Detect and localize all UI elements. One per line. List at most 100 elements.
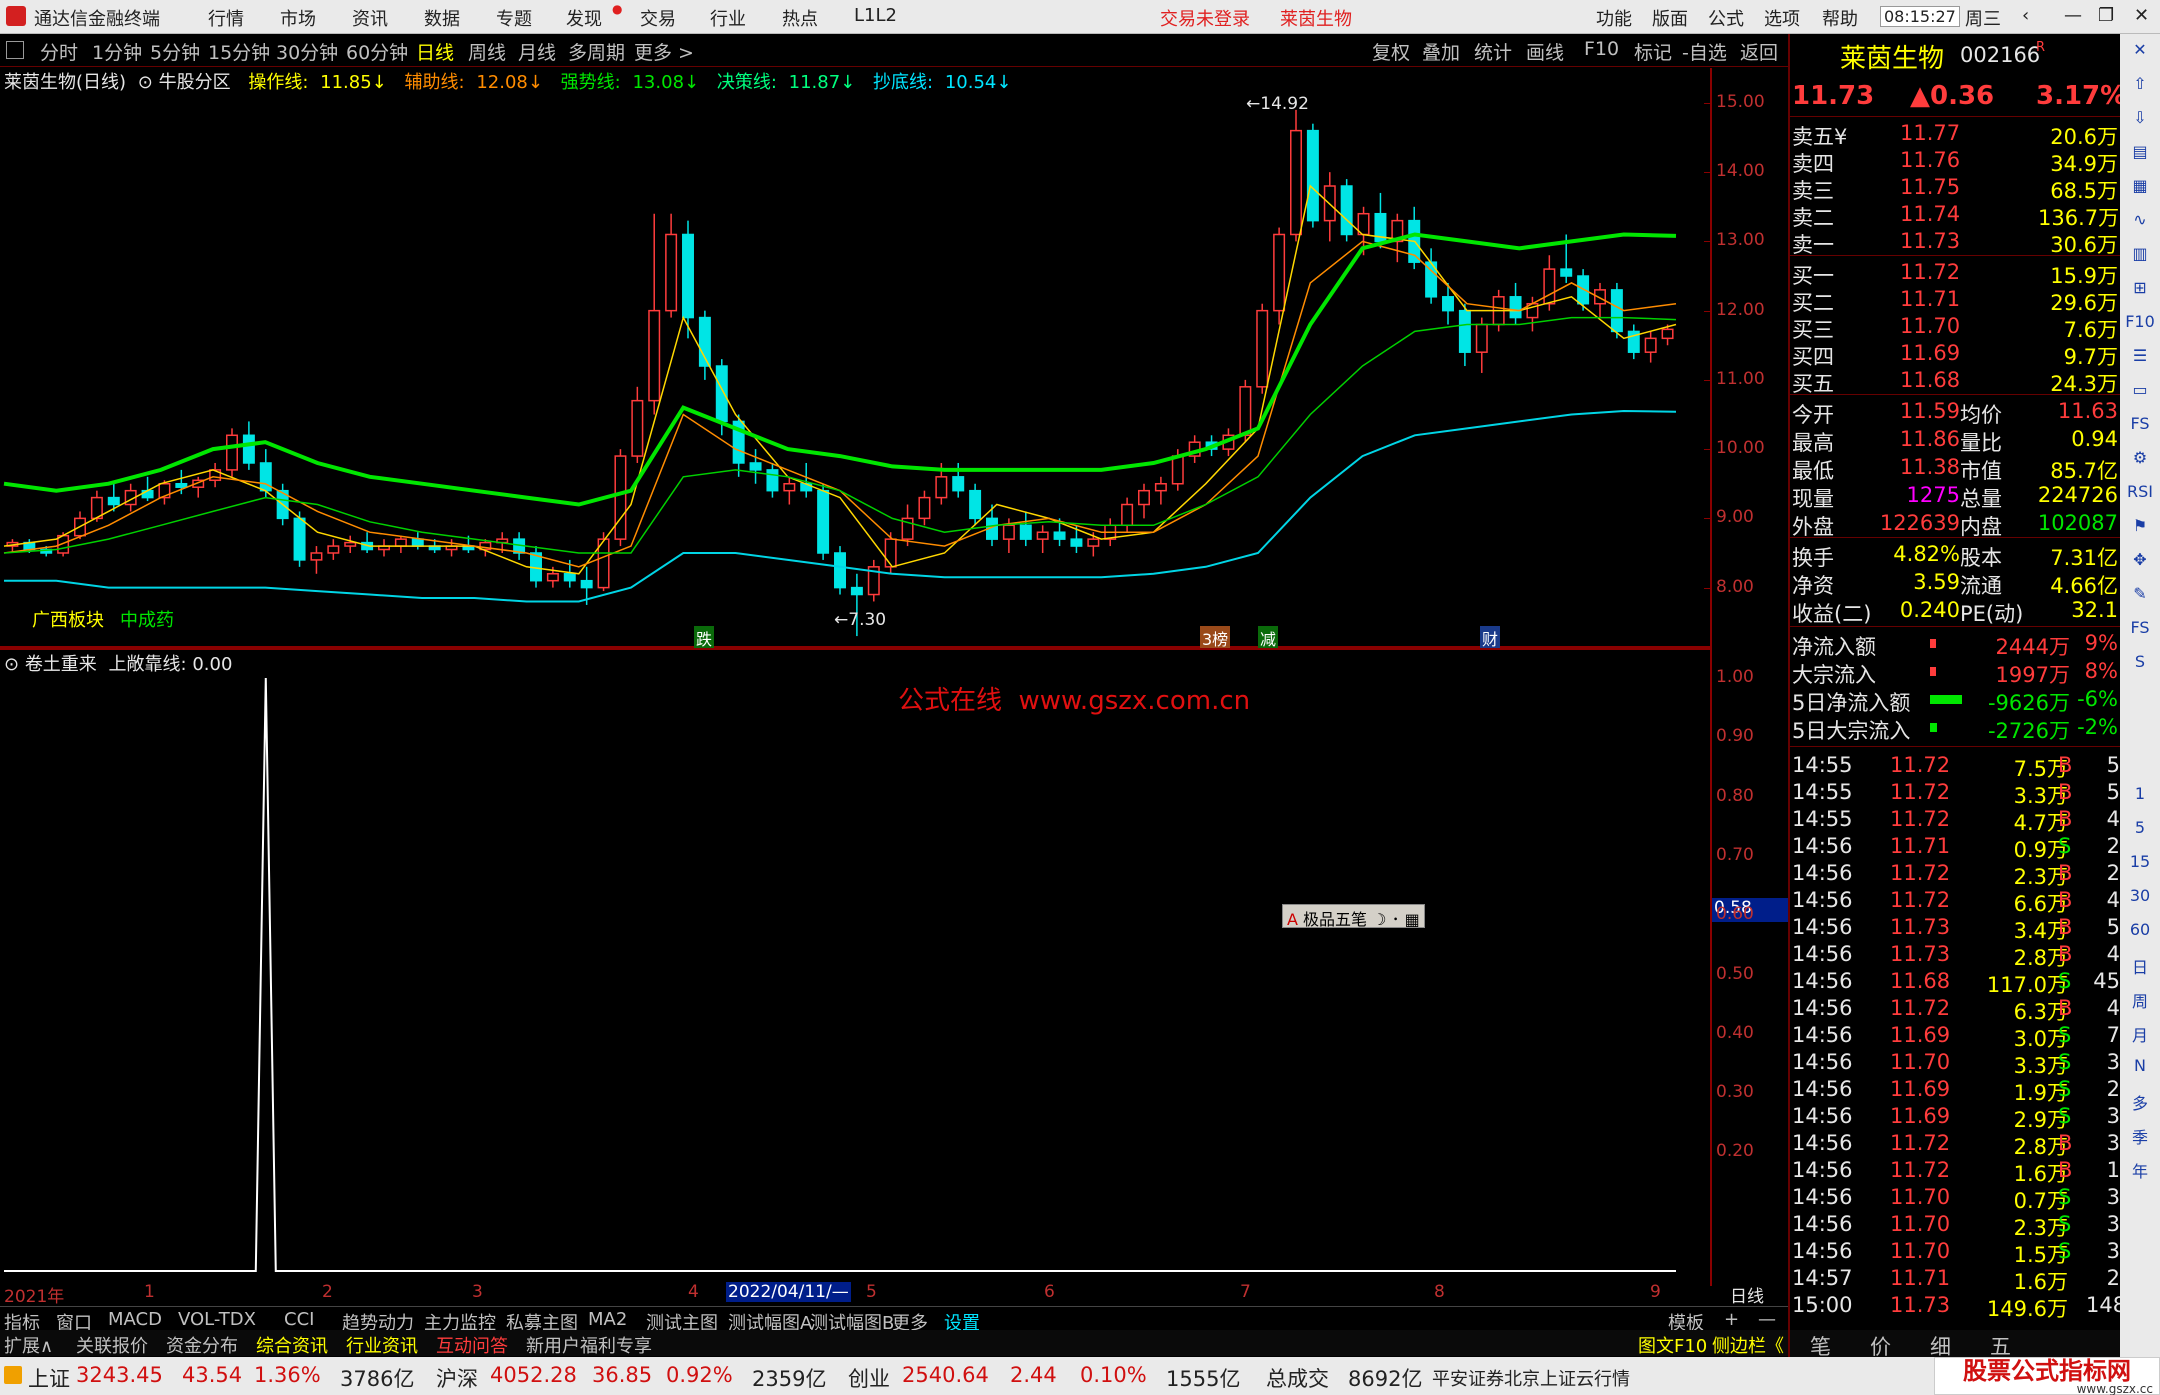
sector-tag-guangxi[interactable]: 广西板块 [32, 606, 104, 632]
period-shortcut-8[interactable]: N [2120, 1056, 2160, 1075]
event-marker-drop[interactable]: 跌 [694, 626, 715, 650]
move-icon[interactable]: ✥ [2120, 550, 2160, 569]
s-icon[interactable]: S [2120, 652, 2160, 671]
tool-remove-fav[interactable]: -自选 [1682, 38, 1727, 65]
minimize-icon[interactable]: — [2064, 5, 2082, 26]
period-shortcut-11[interactable]: 年 [2120, 1158, 2160, 1182]
quote-header[interactable]: 莱茵生物 002166 R [1790, 38, 2122, 74]
doc-icon[interactable]: ▭ [2120, 380, 2160, 399]
menu-function[interactable]: 功能 [1596, 5, 1632, 31]
menu-market[interactable]: 行情 [208, 5, 244, 31]
template-tab-1[interactable]: + [1724, 1309, 1739, 1330]
period-tab-timeshare[interactable]: 分时 [40, 38, 78, 65]
tool-fuquan[interactable]: 复权 [1372, 38, 1410, 65]
indicator-tab-3[interactable]: VOL-TDX [178, 1309, 256, 1330]
close-icon[interactable]: ✕ [2120, 40, 2160, 59]
info-tab-6[interactable]: 新用户福利专享 [526, 1332, 652, 1358]
period-shortcut-5[interactable]: 日 [2120, 954, 2160, 978]
period-tab-15min[interactable]: 15分钟 [208, 38, 270, 65]
ask-row-3[interactable]: 卖三 11.75 68.5万 [1790, 174, 2122, 203]
login-status[interactable]: 交易未登录 [1160, 5, 1250, 31]
server-name[interactable]: 平安证券北京上证云行情 [1432, 1365, 1630, 1391]
period-tab-day[interactable]: 日线 [416, 38, 454, 65]
template-tab-2[interactable]: — [1758, 1309, 1776, 1330]
close-icon[interactable]: ✕ [2134, 5, 2149, 26]
period-shortcut-10[interactable]: 季 [2120, 1124, 2160, 1148]
period-tab-30min[interactable]: 30分钟 [276, 38, 338, 65]
info-tab-3[interactable]: 综合资讯 [256, 1332, 328, 1358]
tool-f10[interactable]: F10 [1584, 38, 1619, 60]
period-shortcut-1[interactable]: 5 [2120, 818, 2160, 837]
period-tab-more[interactable]: 更多 > [634, 38, 694, 65]
fs-icon[interactable]: FS [2120, 414, 2160, 433]
period-tab-month[interactable]: 月线 [518, 38, 556, 65]
table-icon[interactable]: ▦ [2120, 176, 2160, 195]
hs-index-label[interactable]: 沪深 [436, 1363, 478, 1393]
bid-row-4[interactable]: 买四 11.69 9.7万 [1790, 340, 2122, 369]
period-tab-5min[interactable]: 5分钟 [150, 38, 200, 65]
bid-row-2[interactable]: 买二 11.71 29.6万 [1790, 286, 2122, 315]
indicator-tab-2[interactable]: MACD [108, 1309, 162, 1330]
restore-icon[interactable]: ❐ [2098, 5, 2114, 26]
grid-icon[interactable]: ⊞ [2120, 278, 2160, 297]
indicator-tab-4[interactable]: CCI [284, 1309, 314, 1330]
menu-formula[interactable]: 公式 [1708, 5, 1744, 31]
pen-icon[interactable]: ✎ [2120, 584, 2160, 603]
sub-indicator-name[interactable]: ⊙ 卷土重来 [4, 654, 97, 675]
period-tab-60min[interactable]: 60分钟 [346, 38, 408, 65]
candlestick-chart[interactable] [0, 68, 1712, 648]
tool-stats[interactable]: 统计 [1474, 38, 1512, 65]
fs2-icon[interactable]: FS [2120, 618, 2160, 637]
menu-l1l2[interactable]: L1L2 [854, 5, 897, 26]
period-tab-multi[interactable]: 多周期 [568, 38, 625, 65]
info-tab-right-0[interactable]: 图文F10 [1638, 1332, 1707, 1358]
cy-index-label[interactable]: 创业 [848, 1363, 890, 1393]
indicator-tab-8[interactable]: MA2 [588, 1309, 627, 1330]
menu-news[interactable]: 资讯 [352, 5, 388, 31]
period-shortcut-4[interactable]: 60 [2120, 920, 2160, 939]
ask-row-4[interactable]: 卖四 11.76 34.9万 [1790, 147, 2122, 176]
tool-back[interactable]: 返回 [1740, 38, 1778, 65]
indicator-chart[interactable] [0, 648, 1712, 1286]
toggle-panel-icon[interactable] [6, 41, 24, 59]
period-shortcut-3[interactable]: 30 [2120, 886, 2160, 905]
menu-hot[interactable]: 热点 [782, 5, 818, 31]
info-tab-4[interactable]: 行业资讯 [346, 1332, 418, 1358]
f10-icon[interactable]: F10 [2120, 312, 2160, 331]
info-tab-right-1[interactable]: 侧边栏《 [1712, 1332, 1784, 1358]
chart-icon[interactable]: ▤ [2120, 142, 2160, 161]
menu-market2[interactable]: 市场 [280, 5, 316, 31]
info-tab-5[interactable]: 互动问答 [436, 1332, 508, 1358]
menu-trade[interactable]: 交易 [640, 5, 676, 31]
event-marker-list[interactable]: 3榜 [1200, 626, 1231, 650]
info-tab-2[interactable]: 资金分布 [166, 1332, 238, 1358]
tool-overlay[interactable]: 叠加 [1422, 38, 1460, 65]
arrow-down-icon[interactable]: ⇩ [2120, 108, 2160, 127]
tool-mark[interactable]: 标记 [1634, 38, 1672, 65]
menu-topic[interactable]: 专题 [496, 5, 532, 31]
menu-discover[interactable]: 发现 [566, 5, 602, 31]
menu-industry[interactable]: 行业 [710, 5, 746, 31]
sh-index-label[interactable]: 上证 [28, 1363, 70, 1393]
line-icon[interactable]: ∿ [2120, 210, 2160, 229]
indicator-name[interactable]: ⊙ 牛股分区 [138, 72, 237, 93]
period-tab-1min[interactable]: 1分钟 [92, 38, 142, 65]
event-marker-reduce[interactable]: 减 [1258, 626, 1279, 650]
info-tab-1[interactable]: 关联报价 [76, 1332, 148, 1358]
period-shortcut-6[interactable]: 周 [2120, 988, 2160, 1012]
status-menu-icon[interactable] [4, 1366, 22, 1384]
period-shortcut-0[interactable]: 1 [2120, 784, 2160, 803]
gear-icon[interactable]: ⚙ [2120, 448, 2160, 467]
list-icon[interactable]: ☰ [2120, 346, 2160, 365]
period-tab-week[interactable]: 周线 [468, 38, 506, 65]
ask-row-1[interactable]: 卖一 11.73 30.6万 [1790, 228, 2122, 257]
event-marker-finance[interactable]: 财 [1480, 626, 1501, 650]
menu-layout[interactable]: 版面 [1652, 5, 1688, 31]
menu-options[interactable]: 选项 [1764, 5, 1800, 31]
period-shortcut-2[interactable]: 15 [2120, 852, 2160, 871]
ime-status-bar[interactable]: A 极品五笔 ☽ ･ ▦ [1282, 904, 1425, 929]
bid-row-5[interactable]: 买五 11.68 24.3万 [1790, 367, 2122, 396]
period-shortcut-9[interactable]: 多 [2120, 1090, 2160, 1114]
ask-row-2[interactable]: 卖二 11.74 136.7万 [1790, 201, 2122, 230]
rsi-icon[interactable]: RSI [2120, 482, 2160, 501]
